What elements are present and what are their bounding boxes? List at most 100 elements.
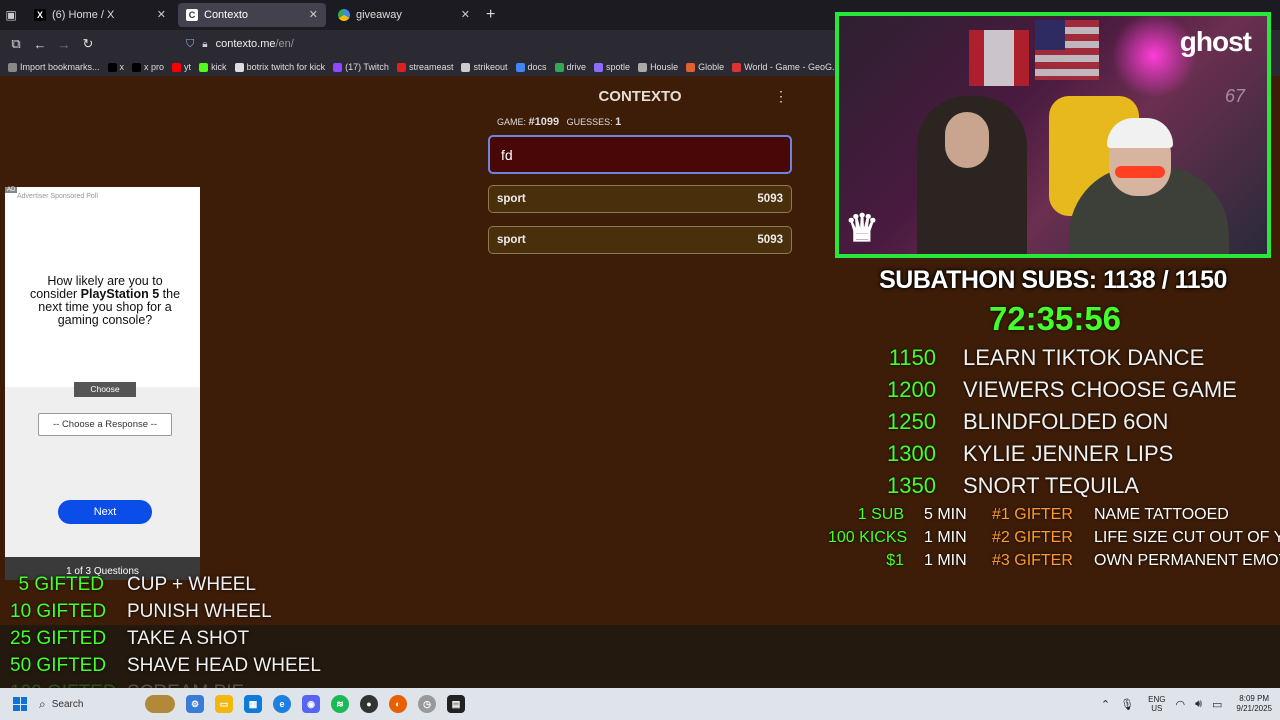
x-icon: X	[34, 9, 46, 21]
bookmark-item[interactable]: spotle	[594, 62, 630, 72]
discord-icon[interactable]: ◉	[302, 695, 320, 713]
close-icon[interactable]: ✕	[157, 8, 166, 21]
tab-label: Contexto	[204, 9, 249, 21]
gifted-label: PUNISH WHEEL	[127, 601, 272, 622]
bookmark-item[interactable]: docs	[515, 62, 547, 72]
address-bar[interactable]: ⛉ 🔒︎ contexto.me/en/	[186, 38, 294, 51]
bookmark-item[interactable]: yt	[172, 62, 191, 72]
lock-icon[interactable]: 🔒︎	[202, 39, 207, 50]
goal-number: 1200	[887, 377, 936, 402]
game-info: GAME: #1099 GUESSES: 1	[497, 116, 622, 128]
store-icon[interactable]: ▦	[244, 695, 262, 713]
us-flag	[1035, 20, 1099, 80]
windows-start-icon[interactable]	[13, 697, 27, 711]
sidebar-icon[interactable]: ⧉	[4, 36, 28, 52]
guess-rank: 5093	[757, 193, 783, 205]
tab-label: giveaway	[356, 9, 402, 21]
bookmark-item[interactable]: Housle	[638, 62, 678, 72]
tab-contexto[interactable]: C Contexto ✕	[178, 3, 326, 27]
microphone-icon[interactable]: 🎙︎	[1120, 698, 1134, 711]
tab-x[interactable]: X (6) Home / X ✕	[26, 3, 174, 27]
spotify-icon[interactable]: ≋	[331, 695, 349, 713]
gifted-label: CUP + WHEEL	[127, 574, 256, 595]
ad-label: Advertiser Sponsored Poll	[17, 193, 98, 200]
subathon-title: SUBATHON SUBS: 1138 / 1150	[879, 266, 1227, 294]
bookmark-label: x	[119, 62, 125, 72]
new-tab-button[interactable]: +	[486, 6, 495, 24]
guess-word: sport	[497, 193, 526, 205]
bookmark-item[interactable]: strikeout	[461, 62, 508, 72]
gifter-reward: LIFE SIZE CUT OUT OF YOU	[1094, 529, 1280, 546]
response-select[interactable]: -- Choose a Response --	[38, 413, 172, 436]
app-icon[interactable]: ▤	[447, 695, 465, 713]
ad-badge: AD	[5, 187, 18, 193]
volume-icon[interactable]: 🔊︎	[1195, 698, 1202, 711]
bookmark-label: x pro	[144, 62, 165, 72]
folder-icon[interactable]: ▭	[215, 695, 233, 713]
bookmark-label: Housle	[650, 62, 679, 72]
rate-time: 5 MIN	[924, 506, 967, 523]
bookmark-label: docs	[527, 62, 547, 72]
bookmark-label: botrix twitch for kick	[246, 62, 326, 72]
goal-label: LEARN TIKTOK DANCE	[963, 345, 1205, 370]
clock[interactable]: 8:09 PM 9/21/2025	[1236, 694, 1272, 714]
search-placeholder: Search	[51, 698, 84, 710]
guess-rank: 5093	[757, 234, 783, 246]
sub-goal-row: 1350 SNORT TEQUILA	[880, 473, 1139, 501]
bookmark-item[interactable]: Globle	[686, 62, 724, 72]
more-menu-icon[interactable]: ⋮	[774, 88, 788, 105]
white-cap	[1107, 118, 1173, 148]
bookmark-item[interactable]: kick	[199, 62, 227, 72]
bookmark-icon	[132, 62, 142, 72]
shield-icon[interactable]: ⛉	[186, 38, 194, 51]
gifted-number: 5 GIFTED	[18, 574, 104, 595]
bookmark-item[interactable]: botrix twitch for kick	[234, 62, 326, 72]
forward-button[interactable]: →	[52, 37, 76, 52]
reload-button[interactable]: ↻	[76, 36, 100, 52]
guess-input[interactable]	[488, 135, 792, 174]
language-indicator[interactable]: ENG US	[1148, 695, 1165, 713]
gifted-goal-row: 5 GIFTED CUP + WHEEL	[10, 574, 256, 601]
bookmark-label: Globle	[698, 62, 725, 72]
bookmark-item[interactable]: Import bookmarks...	[8, 62, 100, 72]
bookmark-item[interactable]: streameast	[396, 62, 453, 72]
bookmark-item[interactable]: drive	[554, 62, 586, 72]
firefox-icon[interactable]: ◐	[389, 695, 407, 713]
taskbar-search[interactable]: ⌕ Search	[35, 692, 175, 716]
bookmark-icon	[554, 62, 564, 72]
obs-icon[interactable]: ●	[360, 695, 378, 713]
bookmark-icon	[396, 62, 406, 72]
url-text: contexto.me/en/	[215, 38, 294, 50]
bookmark-icon	[107, 62, 117, 72]
next-button[interactable]: Next	[58, 500, 152, 524]
back-button[interactable]: ←	[28, 37, 52, 52]
battery-icon[interactable]: ▭	[1212, 698, 1222, 711]
goal-number: 1350	[887, 473, 936, 498]
face-left	[945, 112, 989, 168]
edge-icon[interactable]: e	[273, 695, 291, 713]
bookmark-icon	[515, 62, 525, 72]
tab-giveaway[interactable]: giveaway ✕	[330, 3, 478, 27]
tab-list-icon[interactable]: ▣	[0, 3, 22, 27]
bookmark-icon	[594, 62, 604, 72]
bookmark-icon	[234, 62, 244, 72]
gifter-reward: NAME TATTOOED	[1094, 506, 1229, 523]
canada-flag	[969, 30, 1029, 86]
goal-label: BLINDFOLDED 6ON	[963, 409, 1169, 434]
chevron-up-icon[interactable]: ⌃	[1101, 698, 1110, 711]
gear-icon[interactable]: ⚙	[186, 695, 204, 713]
gifter-rank: #2 GIFTER	[992, 529, 1073, 546]
close-icon[interactable]: ✕	[461, 8, 470, 21]
bookmark-label: kick	[211, 62, 227, 72]
bookmark-label: World - Game - GeoG...	[744, 62, 840, 72]
bookmark-item[interactable]: World - Game - GeoG...	[732, 62, 839, 72]
clock-app-icon[interactable]: ◷	[418, 695, 436, 713]
bookmark-item[interactable]: (17) Twitch	[333, 62, 389, 72]
bookmark-item[interactable]: x	[107, 62, 125, 72]
close-icon[interactable]: ✕	[309, 8, 318, 21]
bookmark-item[interactable]: x pro	[132, 62, 164, 72]
sub-goal-row: 1300 KYLIE JENNER LIPS	[880, 441, 1173, 469]
wifi-icon[interactable]: ◠	[1175, 698, 1185, 711]
bookmark-icon	[732, 62, 742, 72]
subathon-timer: 72:35:56	[988, 300, 1122, 337]
